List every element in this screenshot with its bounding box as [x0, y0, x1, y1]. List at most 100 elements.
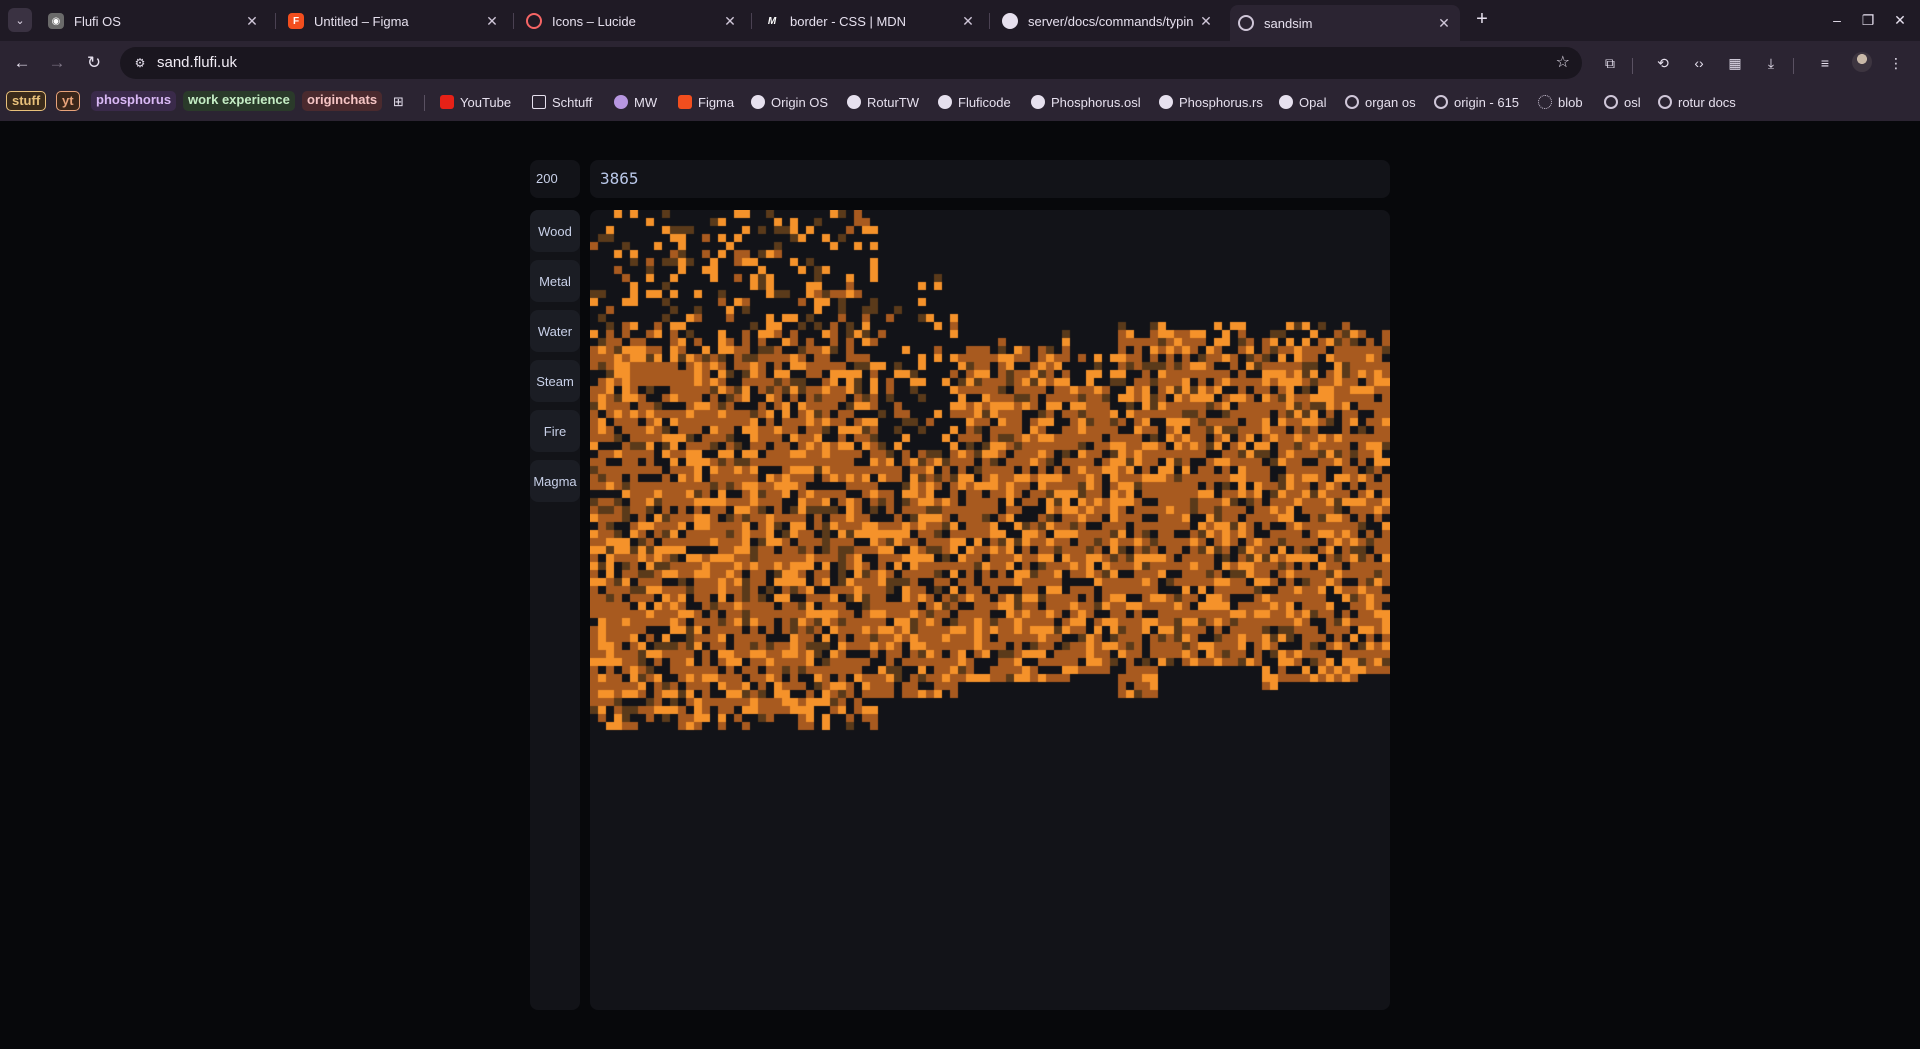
new-tab-button[interactable]: +	[1470, 8, 1494, 32]
bookmark-label: Origin OS	[771, 94, 829, 110]
rotur-icon	[1345, 95, 1359, 109]
tab-lucide[interactable]: Icons – Lucide ✕	[518, 6, 746, 36]
material-fire-button[interactable]: Fire	[530, 410, 580, 452]
github-icon	[1279, 95, 1293, 109]
bookmark-label: osl	[1624, 94, 1641, 110]
mdn-icon: M	[767, 15, 777, 27]
globe-icon	[1238, 15, 1254, 31]
bookmark-tag-originchats[interactable]: originchats	[302, 91, 383, 111]
bookmark-blob[interactable]: blob	[1538, 91, 1583, 113]
rotur-icon	[1434, 95, 1448, 109]
bookmark-schtuff[interactable]: Schtuff	[532, 91, 592, 113]
close-icon[interactable]: ✕	[1436, 15, 1452, 32]
browser-chrome: ⌄ ◉ Flufi OS ✕ F Untitled – Figma ✕ Icon…	[0, 0, 1920, 121]
github-icon	[1002, 13, 1018, 29]
tab-strip: ⌄ ◉ Flufi OS ✕ F Untitled – Figma ✕ Icon…	[0, 0, 1920, 41]
tab-sandsim[interactable]: sandsim ✕	[1230, 5, 1460, 41]
close-icon[interactable]: ✕	[484, 13, 500, 30]
bookmark-organ-os[interactable]: organ os	[1345, 91, 1416, 113]
bookmark-osl[interactable]: osl	[1604, 91, 1641, 113]
site-info-icon[interactable]: ⚙	[130, 53, 150, 73]
url-text: sand.flufi.uk	[157, 54, 238, 71]
rotur-icon	[1604, 95, 1618, 109]
bookmark-label: Opal	[1299, 94, 1327, 110]
mw-icon	[614, 95, 628, 109]
tab-search-button[interactable]: ⌄	[8, 8, 32, 32]
bookmark-rotur-docs[interactable]: rotur docs	[1658, 91, 1736, 113]
sidepanel-icon[interactable]: ▦	[1725, 53, 1745, 73]
tab-flufi-os[interactable]: ◉ Flufi OS ✕	[40, 6, 268, 36]
apps-grid-icon[interactable]: ⊞	[393, 91, 404, 113]
close-icon[interactable]: ✕	[722, 13, 738, 30]
bookmark-star-icon[interactable]: ☆	[1556, 52, 1570, 72]
bookmark-label: rotur docs	[1678, 94, 1736, 110]
reload-button[interactable]: ↻	[82, 51, 106, 75]
bookmark-tag-stuff[interactable]: stuff	[6, 91, 47, 111]
back-button[interactable]: ←	[10, 51, 34, 75]
github-icon	[751, 95, 765, 109]
bookmark-opal[interactable]: Opal	[1279, 91, 1326, 113]
github-icon	[847, 95, 861, 109]
bookmark-tag-yt[interactable]: yt	[56, 91, 80, 111]
browser-toolbar: ← → ↻ ⚙ sand.flufi.uk ☆ ⧉ ⟲ ‹› ▦ ⤓ ≡ ⋮	[0, 41, 1920, 85]
brush-size-input[interactable]: 200	[530, 160, 580, 198]
bookmark-phosphorus-osl[interactable]: Phosphorus.osl	[1031, 91, 1141, 113]
material-steam-button[interactable]: Steam	[530, 360, 580, 402]
bookmark-fluficode[interactable]: Fluficode	[938, 91, 1011, 113]
menu-icon[interactable]: ⋮	[1886, 53, 1906, 73]
flufi-icon: ◉	[48, 13, 64, 29]
history-icon[interactable]: ⟲	[1653, 53, 1673, 73]
figma-icon: F	[288, 13, 304, 29]
minimize-icon[interactable]: –	[1827, 10, 1847, 30]
bookmark-label: YouTube	[460, 94, 512, 110]
tab-title: Flufi OS	[74, 13, 121, 29]
blob-icon	[1538, 95, 1552, 109]
tab-title: border - CSS | MDN	[790, 13, 907, 29]
bookmark-origin-os[interactable]: Origin OS	[751, 91, 828, 113]
bookmark-figma[interactable]: Figma	[678, 91, 734, 113]
material-metal-button[interactable]: Metal	[530, 260, 580, 302]
github-icon	[938, 95, 952, 109]
extensions-icon[interactable]: ⧉	[1600, 53, 1620, 73]
bookmark-label: Phosphorus.osl	[1051, 94, 1141, 110]
forward-button[interactable]: →	[45, 51, 69, 75]
close-icon[interactable]: ✕	[960, 13, 976, 30]
tab-title: server/docs/commands/typin	[1028, 13, 1194, 29]
bookmark-roturtw[interactable]: RoturTW	[847, 91, 919, 113]
bookmarks-bar: stuff yt phosphorus work experience orig…	[0, 85, 1920, 121]
address-bar[interactable]: ⚙ sand.flufi.uk ☆	[120, 47, 1582, 79]
window-close-icon[interactable]: ✕	[1890, 10, 1910, 30]
bookmark-label: Schtuff	[552, 94, 593, 110]
bookmark-tag-phosphorus[interactable]: phosphorus	[91, 91, 177, 111]
lucide-icon	[526, 13, 542, 29]
bookmark-youtube[interactable]: YouTube	[440, 91, 511, 113]
download-icon[interactable]: ⤓	[1761, 53, 1781, 73]
bookmark-label: Phosphorus.rs	[1179, 94, 1263, 110]
bookmark-origin-615[interactable]: origin - 615	[1434, 91, 1519, 113]
rotur-icon	[1658, 95, 1672, 109]
tab-figma[interactable]: F Untitled – Figma ✕	[280, 6, 508, 36]
simulation-canvas[interactable]	[590, 210, 1390, 1010]
profile-avatar[interactable]	[1852, 52, 1872, 72]
material-palette: Wood Metal Water Steam Fire Magma	[530, 210, 580, 1010]
close-icon[interactable]: ✕	[244, 13, 260, 30]
bookmark-label: MW	[634, 94, 658, 110]
particle-count-display: 3865	[590, 160, 1390, 198]
devtools-icon[interactable]: ‹›	[1689, 53, 1709, 73]
bookmark-label: organ os	[1365, 94, 1416, 110]
simulation-canvas-panel[interactable]	[590, 210, 1390, 1010]
bookmark-mw[interactable]: MW	[614, 91, 657, 113]
media-controls-icon[interactable]: ≡	[1815, 53, 1835, 73]
close-icon[interactable]: ✕	[1198, 13, 1214, 30]
restore-icon[interactable]: ❐	[1858, 10, 1878, 30]
github-icon	[1031, 95, 1045, 109]
material-magma-button[interactable]: Magma	[530, 460, 580, 502]
folder-icon	[532, 95, 546, 109]
tab-mdn[interactable]: M border - CSS | MDN ✕	[756, 6, 984, 36]
tab-github[interactable]: server/docs/commands/typin ✕	[994, 6, 1222, 36]
bookmark-tag-work-experience[interactable]: work experience	[183, 91, 295, 111]
figma-icon	[678, 95, 692, 109]
bookmark-phosphorus-rs[interactable]: Phosphorus.rs	[1159, 91, 1263, 113]
material-water-button[interactable]: Water	[530, 310, 580, 352]
material-wood-button[interactable]: Wood	[530, 210, 580, 252]
